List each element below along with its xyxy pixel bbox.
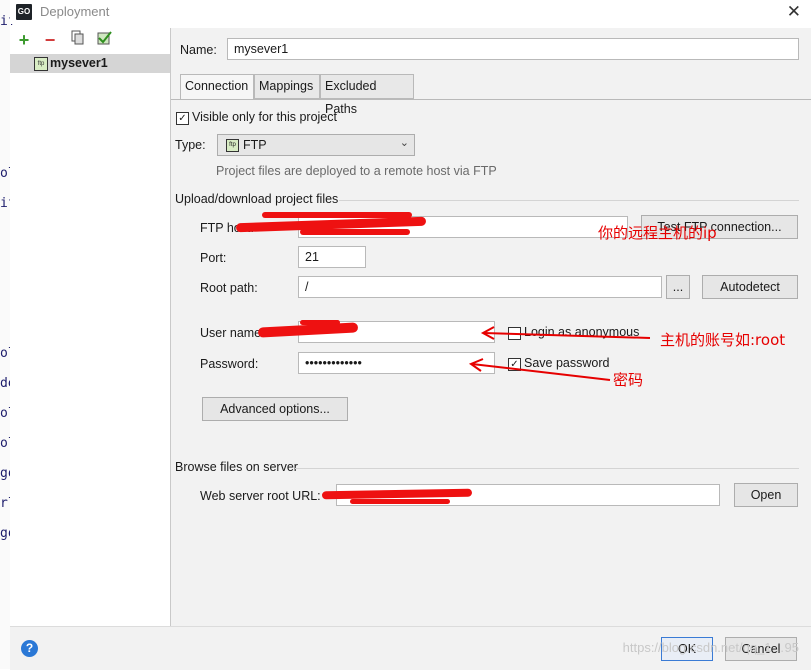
host-annotation: 你的远程主机的ip bbox=[598, 224, 717, 242]
watermark: https://blog.csdn.net/qq_1…95 bbox=[622, 640, 799, 655]
password-annotation: 密码 bbox=[613, 371, 644, 389]
account-annotation: 主机的账号如:root bbox=[660, 331, 786, 349]
